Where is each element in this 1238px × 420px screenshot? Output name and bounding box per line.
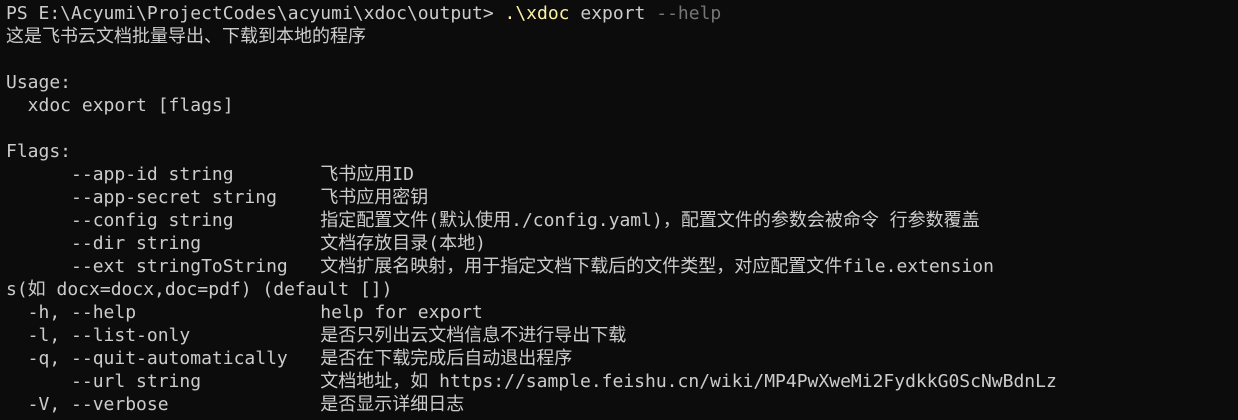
flags-header: Flags: — [6, 141, 72, 162]
terminal-window[interactable]: PS E:\Acyumi\ProjectCodes\acyumi\xdoc\ou… — [0, 0, 1238, 420]
flag-row-quit-automatically: -q, --quit-automatically 是否在下载完成后自动退出程序 — [6, 348, 573, 369]
flag-row-ext-wrap: s(如 docx=docx,doc=pdf) (default []) — [6, 279, 393, 300]
flag-row-app-secret: --app-secret string 飞书应用密钥 — [6, 187, 429, 208]
flag-row-list-only: -l, --list-only 是否只列出云文档信息不进行导出下载 — [6, 325, 627, 346]
usage-header: Usage: — [6, 72, 72, 93]
prompt-path: PS E:\Acyumi\ProjectCodes\acyumi\xdoc\ou… — [6, 3, 505, 24]
flag-row-dir: --dir string 文档存放目录(本地) — [6, 233, 486, 254]
flag-row-url: --url string 文档地址，如 https://sample.feish… — [6, 371, 1057, 392]
flag-row-verbose: -V, --verbose 是否显示详细日志 — [6, 394, 465, 415]
program-description: 这是飞书云文档批量导出、下载到本地的程序 — [6, 26, 366, 47]
command-flag: --help — [656, 3, 722, 24]
flag-row-app-id: --app-id string 飞书应用ID — [6, 164, 414, 185]
usage-command: xdoc export [flags] — [6, 95, 234, 116]
command-executable: .\xdoc — [504, 3, 570, 24]
prompt-line: PS E:\Acyumi\ProjectCodes\acyumi\xdoc\ou… — [6, 2, 1232, 25]
flag-row-config: --config string 指定配置文件(默认使用./config.yaml… — [6, 210, 980, 231]
flag-row-ext: --ext stringToString 文档扩展名映射，用于指定文档下载后的文… — [6, 256, 994, 277]
command-args: export — [569, 3, 657, 24]
flag-row-help: -h, --help help for export — [6, 302, 483, 323]
